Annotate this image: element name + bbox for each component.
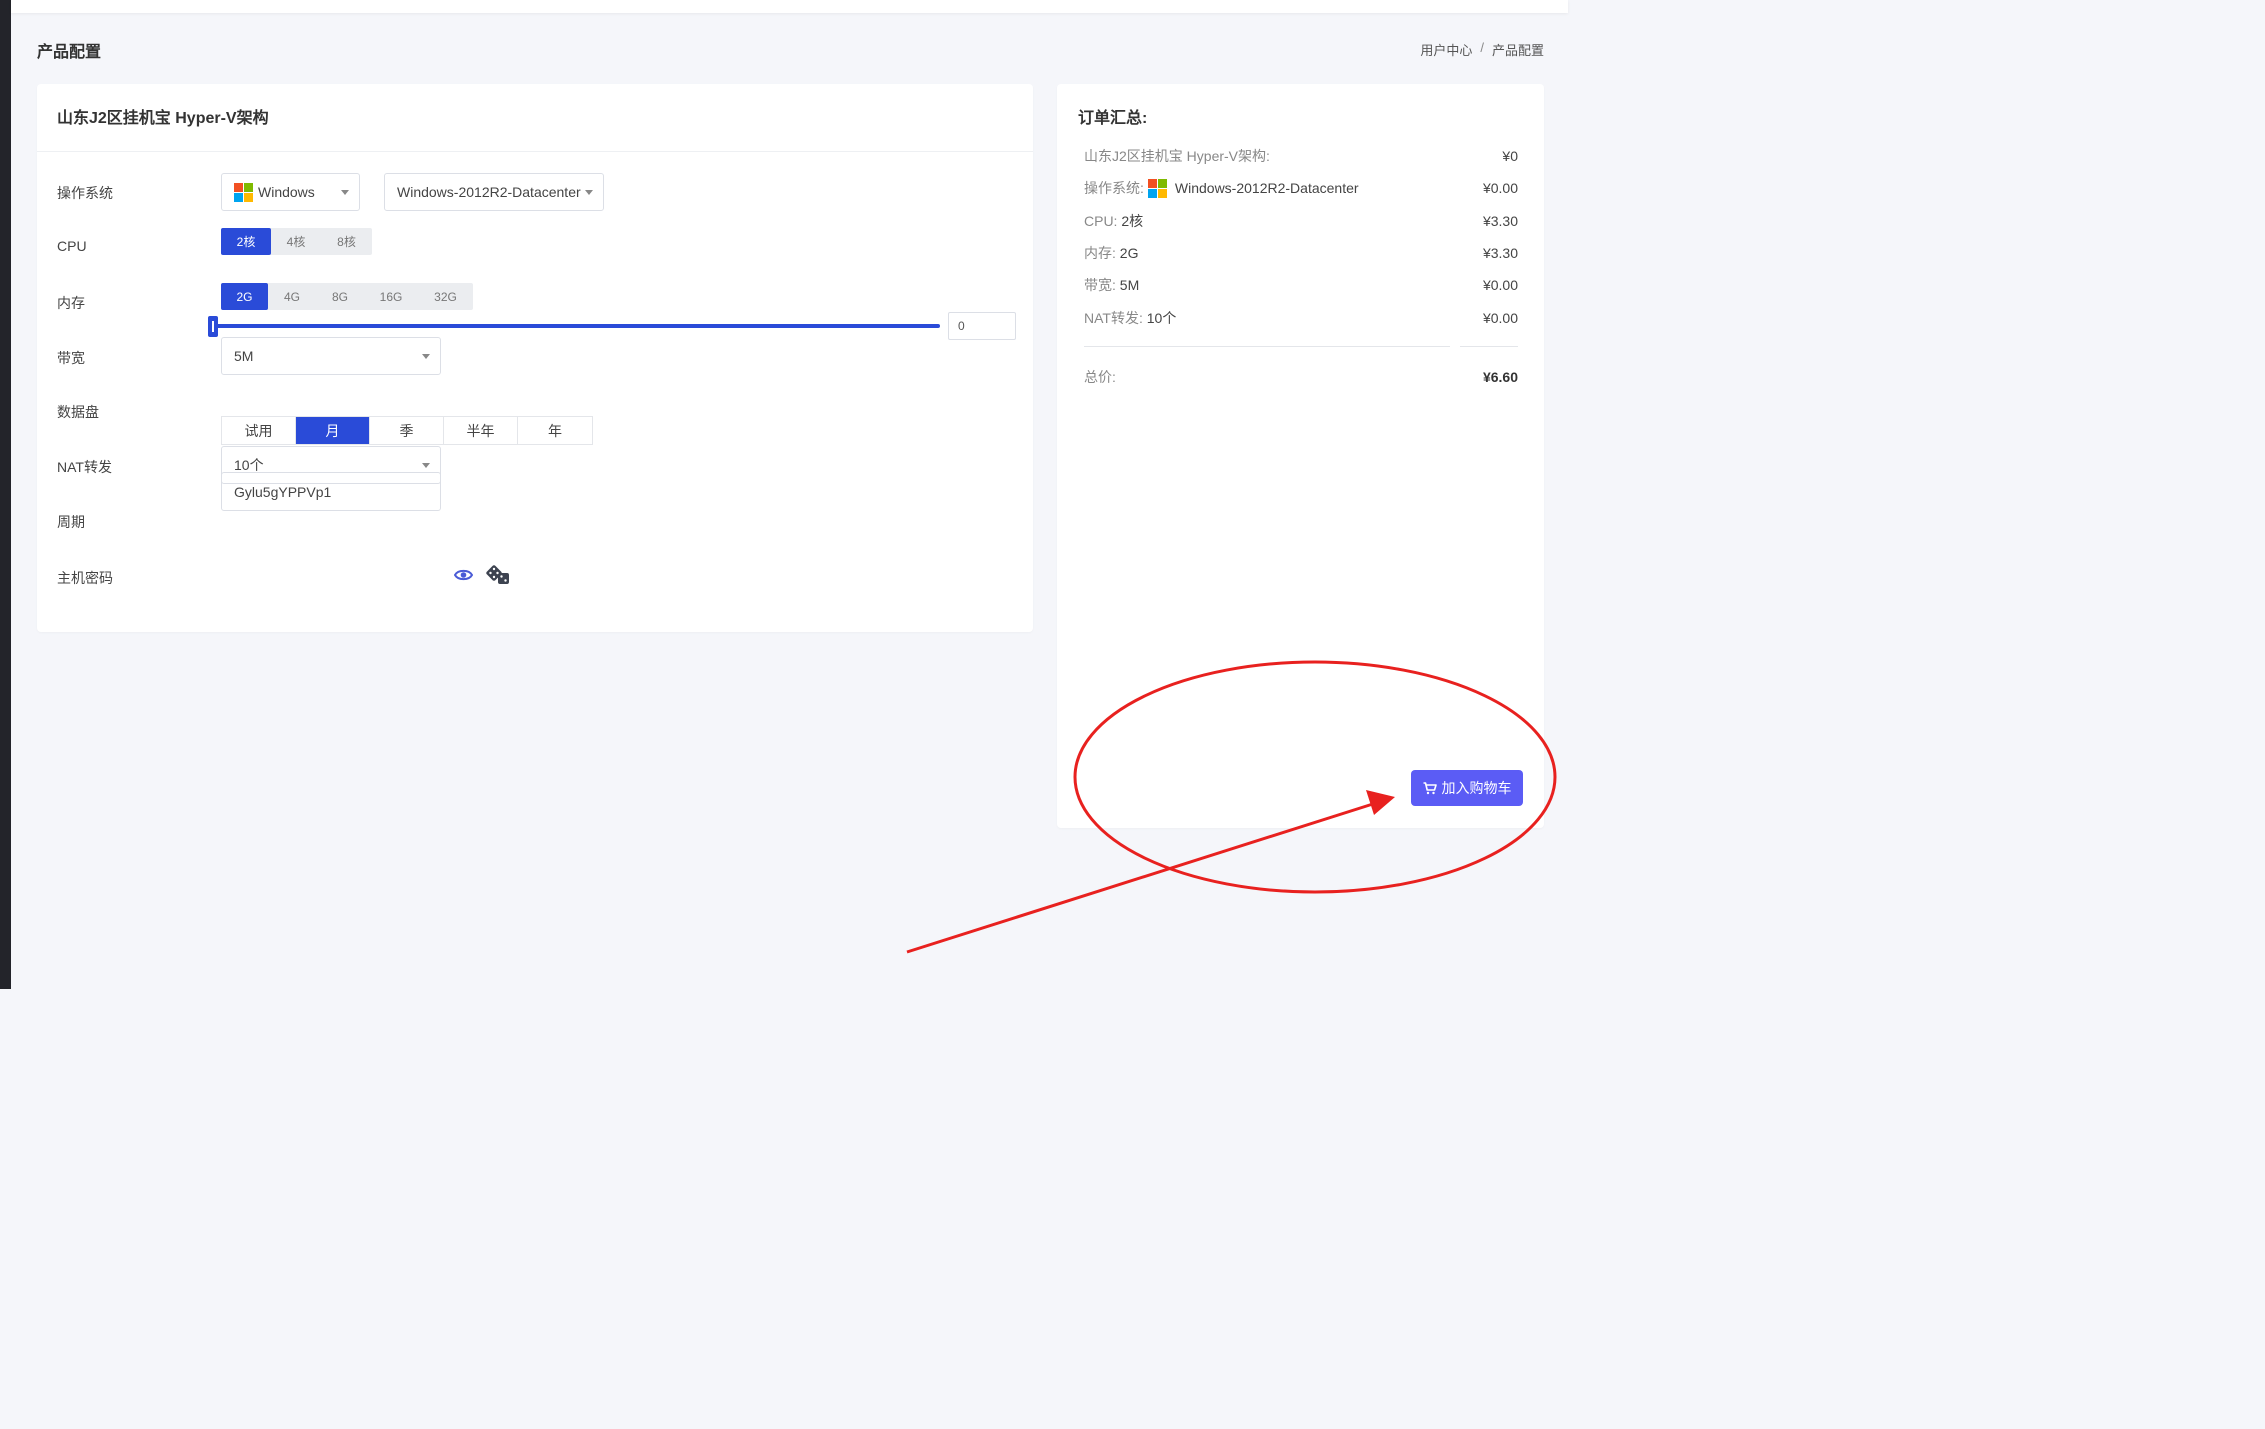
breadcrumb: 用户中心 / 产品配置	[1420, 40, 1544, 59]
summary-key: CPU:	[1084, 213, 1118, 229]
os-family-select[interactable]: Windows	[221, 173, 360, 211]
password-input[interactable]: Gylu5gYPPVp1	[221, 472, 441, 511]
cpu-option-8[interactable]: 8核	[321, 228, 372, 255]
summary-key: NAT转发:	[1084, 310, 1143, 326]
order-summary-card: 订单汇总: 山东J2区挂机宝 Hyper-V架构: ¥0 操作系统: Windo…	[1057, 84, 1544, 828]
breadcrumb-separator: /	[1480, 40, 1484, 55]
summary-key: 内存:	[1084, 245, 1116, 261]
summary-value: Windows-2012R2-Datacenter	[1174, 180, 1359, 196]
total-price: ¥6.60	[1482, 369, 1518, 385]
cpu-option-4[interactable]: 4核	[271, 228, 321, 255]
os-label: 操作系统	[57, 185, 113, 201]
product-config-card: 山东J2区挂机宝 Hyper-V架构 操作系统 Windows Windows-…	[37, 84, 1033, 632]
period-option-trial[interactable]: 试用	[222, 417, 296, 444]
memory-label: 内存	[57, 295, 85, 311]
top-navbar	[11, 0, 1568, 13]
summary-value: 10个	[1146, 310, 1177, 326]
windows-logo-icon	[234, 182, 253, 202]
eye-icon[interactable]	[454, 568, 473, 582]
summary-key: 山东J2区挂机宝 Hyper-V架构:	[1084, 148, 1270, 164]
summary-value: 5M	[1119, 277, 1140, 293]
chevron-down-icon	[585, 190, 593, 195]
data-disk-label: 数据盘	[57, 404, 99, 420]
data-disk-input[interactable]: 0	[948, 312, 1016, 340]
summary-total: 总价: ¥6.60	[1084, 367, 1518, 387]
breadcrumb-user-center[interactable]: 用户中心	[1420, 40, 1472, 59]
period-option-month[interactable]: 月	[296, 417, 370, 444]
bandwidth-label: 带宽	[57, 350, 85, 366]
summary-price: ¥0.00	[1482, 180, 1518, 196]
memory-option-2g[interactable]: 2G	[221, 283, 268, 310]
windows-logo-icon	[1147, 178, 1167, 198]
summary-line-memory: 内存: 2G ¥3.30	[1084, 243, 1518, 263]
period-options: 试用 月 季 半年 年	[221, 416, 593, 445]
memory-options: 2G 4G 8G 16G 32G	[221, 283, 473, 310]
summary-price: ¥3.30	[1482, 245, 1518, 261]
summary-price: ¥0.00	[1482, 277, 1518, 293]
bandwidth-select[interactable]: 5M	[221, 337, 441, 375]
period-option-year[interactable]: 年	[518, 417, 592, 444]
nat-label: NAT转发	[57, 459, 112, 475]
summary-title: 订单汇总:	[1078, 110, 1148, 127]
add-to-cart-label: 加入购物车	[1441, 780, 1512, 796]
breadcrumb-current: 产品配置	[1491, 43, 1544, 58]
data-disk-slider-track[interactable]	[213, 324, 940, 328]
add-to-cart-button[interactable]: 加入购物车	[1411, 770, 1523, 806]
memory-option-4g[interactable]: 4G	[268, 283, 316, 310]
dice-icon[interactable]	[485, 565, 511, 586]
shopping-cart-icon	[1423, 781, 1437, 794]
cpu-option-2[interactable]: 2核	[221, 228, 271, 255]
total-label: 总价:	[1084, 369, 1116, 385]
period-label: 周期	[57, 514, 85, 530]
cpu-options: 2核 4核 8核	[221, 228, 372, 255]
memory-option-8g[interactable]: 8G	[316, 283, 364, 310]
summary-value: 2核	[1121, 213, 1144, 229]
cpu-label: CPU	[57, 238, 87, 254]
page-title: 产品配置	[37, 44, 102, 61]
summary-key: 带宽:	[1084, 277, 1116, 293]
summary-line-product: 山东J2区挂机宝 Hyper-V架构: ¥0	[1084, 146, 1518, 166]
memory-option-16g[interactable]: 16G	[364, 283, 418, 310]
chevron-down-icon	[341, 190, 349, 195]
os-family-value: Windows	[258, 184, 315, 200]
summary-price: ¥0.00	[1482, 310, 1518, 326]
os-version-value: Windows-2012R2-Datacenter	[397, 184, 581, 200]
memory-option-32g[interactable]: 32G	[418, 283, 473, 310]
product-title: 山东J2区挂机宝 Hyper-V架构	[37, 84, 1033, 152]
summary-price: ¥3.30	[1482, 213, 1518, 229]
summary-value: 2G	[1119, 245, 1139, 261]
summary-line-cpu: CPU: 2核 ¥3.30	[1084, 211, 1518, 231]
summary-key: 操作系统:	[1084, 180, 1144, 196]
summary-divider	[1084, 346, 1450, 347]
summary-divider	[1460, 346, 1518, 347]
summary-line-os: 操作系统: Windows-2012R2-Datacenter ¥0.00	[1084, 178, 1518, 198]
summary-price: ¥0	[1502, 148, 1518, 164]
period-option-quarter[interactable]: 季	[370, 417, 444, 444]
summary-line-bandwidth: 带宽: 5M ¥0.00	[1084, 275, 1518, 295]
os-version-select[interactable]: Windows-2012R2-Datacenter	[384, 173, 604, 211]
data-disk-slider-handle[interactable]	[208, 316, 218, 337]
period-option-half-year[interactable]: 半年	[444, 417, 518, 444]
password-label: 主机密码	[57, 570, 113, 586]
bandwidth-value: 5M	[234, 348, 254, 364]
summary-line-nat: NAT转发: 10个 ¥0.00	[1084, 308, 1518, 328]
chevron-down-icon	[422, 463, 430, 468]
window-edge-strip	[0, 0, 11, 989]
chevron-down-icon	[422, 354, 430, 359]
